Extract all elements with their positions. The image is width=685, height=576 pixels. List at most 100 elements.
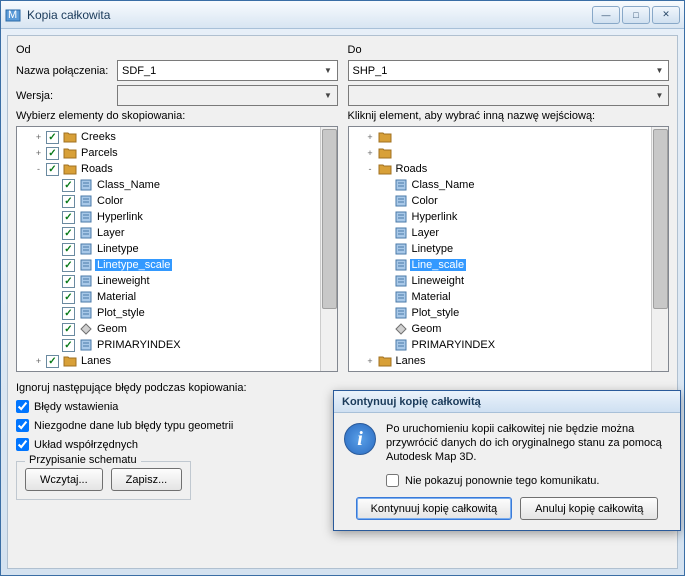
tree-checkbox[interactable] xyxy=(46,131,59,144)
tree-node[interactable]: Layer xyxy=(349,225,669,241)
tree-node-label[interactable]: Material xyxy=(410,291,453,303)
scrollbar-thumb[interactable] xyxy=(322,129,337,309)
tree-node[interactable]: Plot_style xyxy=(17,305,337,321)
collapse-icon[interactable]: - xyxy=(33,164,44,174)
collapse-icon[interactable]: - xyxy=(365,164,376,174)
tree-checkbox[interactable] xyxy=(62,259,75,272)
tree-node[interactable]: + Lanes xyxy=(349,353,669,369)
tree-node-label[interactable]: Layer xyxy=(95,227,127,239)
tree-node-label[interactable]: Roads xyxy=(79,163,115,175)
tree-checkbox[interactable] xyxy=(62,339,75,352)
scrollbar[interactable] xyxy=(320,127,337,371)
tree-checkbox[interactable] xyxy=(62,179,75,192)
select-elements-label: Wybierz elementy do skopiowania: xyxy=(16,110,338,122)
tree-node-label[interactable]: Lanes xyxy=(394,355,428,367)
scrollbar-thumb[interactable] xyxy=(653,129,668,309)
tree-checkbox[interactable] xyxy=(46,147,59,160)
expand-icon[interactable]: + xyxy=(33,132,44,142)
tree-checkbox[interactable] xyxy=(62,291,75,304)
tree-node-label[interactable]: Plot_style xyxy=(410,307,462,319)
to-connection-combo[interactable]: SHP_1 ▼ xyxy=(348,60,670,81)
tree-node[interactable]: Class_Name xyxy=(349,177,669,193)
tree-node-label[interactable]: Line_scale xyxy=(410,259,467,271)
tree-node-label[interactable]: Linetype xyxy=(410,243,456,255)
tree-node[interactable]: + xyxy=(349,145,669,161)
tree-checkbox[interactable] xyxy=(46,355,59,368)
continue-button[interactable]: Kontynuuj kopię całkowitą xyxy=(356,497,513,520)
prop-icon xyxy=(79,242,93,256)
tree-node-label[interactable]: Layer xyxy=(410,227,442,239)
tree-node-label[interactable]: Creeks xyxy=(79,131,118,143)
tree-node-label[interactable]: Roads xyxy=(394,163,430,175)
save-button[interactable]: Zapisz... xyxy=(111,468,183,491)
tree-node-label[interactable]: Color xyxy=(95,195,125,207)
tree-node[interactable]: Linetype xyxy=(17,241,337,257)
tree-node-label[interactable]: Linetype xyxy=(95,243,141,255)
tree-node-label[interactable]: Hyperlink xyxy=(410,211,460,223)
from-connection-combo[interactable]: SDF_1 ▼ xyxy=(117,60,338,81)
tree-node[interactable]: PRIMARYINDEX xyxy=(17,337,337,353)
tree-node[interactable]: - Roads xyxy=(17,161,337,177)
expand-icon[interactable]: + xyxy=(365,148,376,158)
tree-node-label[interactable]: Geom xyxy=(95,323,129,335)
to-tree[interactable]: + + - Roads Class_Name Color Hyperlink Layer Lin… xyxy=(348,126,670,372)
tree-node[interactable]: Plot_style xyxy=(349,305,669,321)
tree-node-label[interactable]: Parcels xyxy=(79,147,120,159)
tree-node[interactable]: + Lanes xyxy=(17,353,337,369)
tree-node-label[interactable]: Geom xyxy=(410,323,444,335)
tree-node-label[interactable]: PRIMARYINDEX xyxy=(410,339,498,351)
tree-node-label[interactable]: Material xyxy=(95,291,138,303)
tree-node-label[interactable]: Linetype_scale xyxy=(95,259,172,271)
tree-node[interactable]: Line_scale xyxy=(349,257,669,273)
tree-checkbox[interactable] xyxy=(62,227,75,240)
tree-checkbox[interactable] xyxy=(62,275,75,288)
tree-node[interactable]: Lineweight xyxy=(17,273,337,289)
tree-node[interactable]: Material xyxy=(17,289,337,305)
cancel-copy-button[interactable]: Anuluj kopię całkowitą xyxy=(520,497,658,520)
from-tree[interactable]: + Creeks + Parcels - Roads Class_Name Color Hype… xyxy=(16,126,338,372)
scrollbar[interactable] xyxy=(651,127,668,371)
tree-node[interactable]: Color xyxy=(17,193,337,209)
tree-checkbox[interactable] xyxy=(62,243,75,256)
tree-node-label[interactable]: Class_Name xyxy=(95,179,162,191)
minimize-button[interactable]: — xyxy=(592,6,620,24)
expand-icon[interactable]: + xyxy=(33,356,44,366)
tree-checkbox[interactable] xyxy=(62,307,75,320)
tree-checkbox[interactable] xyxy=(46,163,59,176)
tree-node[interactable]: - Roads xyxy=(349,161,669,177)
tree-node[interactable]: Color xyxy=(349,193,669,209)
expand-icon[interactable]: + xyxy=(365,356,376,366)
tree-node-label[interactable]: PRIMARYINDEX xyxy=(95,339,183,351)
load-button[interactable]: Wczytaj... xyxy=(25,468,103,491)
tree-node[interactable]: PRIMARYINDEX xyxy=(349,337,669,353)
expand-icon[interactable]: + xyxy=(33,148,44,158)
tree-checkbox[interactable] xyxy=(62,195,75,208)
tree-node-label[interactable]: Plot_style xyxy=(95,307,147,319)
maximize-button[interactable]: □ xyxy=(622,6,650,24)
tree-checkbox[interactable] xyxy=(62,323,75,336)
tree-node[interactable]: Material xyxy=(349,289,669,305)
tree-checkbox[interactable] xyxy=(62,211,75,224)
tree-node[interactable]: Layer xyxy=(17,225,337,241)
tree-node[interactable]: + Parcels xyxy=(17,145,337,161)
dont-show-checkbox[interactable]: Nie pokazuj ponownie tego komunikatu. xyxy=(386,474,670,487)
tree-node[interactable]: Linetype xyxy=(349,241,669,257)
tree-node-label[interactable]: Lineweight xyxy=(95,275,152,287)
tree-node-label[interactable]: Hyperlink xyxy=(95,211,145,223)
tree-node[interactable]: Class_Name xyxy=(17,177,337,193)
tree-node[interactable]: Lineweight xyxy=(349,273,669,289)
close-button[interactable]: ✕ xyxy=(652,6,680,24)
tree-node[interactable]: Hyperlink xyxy=(17,209,337,225)
tree-node[interactable]: Geom xyxy=(349,321,669,337)
tree-node[interactable]: Hyperlink xyxy=(349,209,669,225)
tree-node-label[interactable]: Lanes xyxy=(79,355,113,367)
tree-node[interactable]: Linetype_scale xyxy=(17,257,337,273)
tree-node-label[interactable]: Color xyxy=(410,195,440,207)
dropdown-arrow-icon: ▼ xyxy=(651,61,668,80)
tree-node[interactable]: + xyxy=(349,129,669,145)
tree-node-label[interactable]: Lineweight xyxy=(410,275,467,287)
tree-node-label[interactable]: Class_Name xyxy=(410,179,477,191)
expand-icon[interactable]: + xyxy=(365,132,376,142)
tree-node[interactable]: + Creeks xyxy=(17,129,337,145)
tree-node[interactable]: Geom xyxy=(17,321,337,337)
